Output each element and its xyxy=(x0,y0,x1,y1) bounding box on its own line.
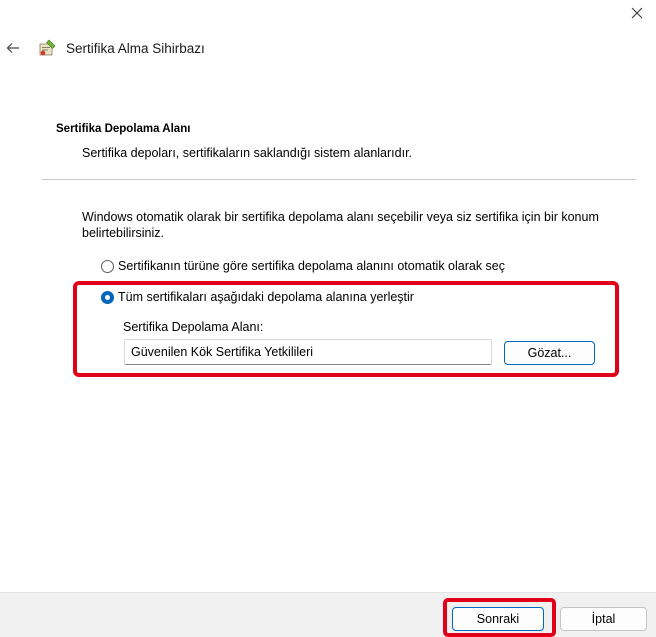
back-button[interactable] xyxy=(0,34,26,62)
radio-auto-select[interactable]: Sertifikanın türüne göre sertifika depol… xyxy=(101,259,505,273)
section-title: Sertifika Depolama Alanı xyxy=(56,123,191,135)
intro-text: Windows otomatik olarak bir sertifika de… xyxy=(82,210,599,240)
certificate-store-value: Güvenilen Kök Sertifika Yetkilileri xyxy=(131,345,314,359)
close-icon xyxy=(631,7,643,19)
section-description: Sertifika depoları, sertifikaların sakla… xyxy=(82,146,413,160)
radio-auto-select-button[interactable] xyxy=(101,259,114,273)
radio-place-all[interactable]: Tüm sertifikaları aşağıdaki depolama ala… xyxy=(101,290,414,304)
footer-bar xyxy=(0,592,656,637)
radio-place-all-button[interactable] xyxy=(101,290,114,304)
divider xyxy=(42,179,636,180)
certificate-wizard-icon xyxy=(39,39,56,56)
radio-place-all-label: Tüm sertifikaları aşağıdaki depolama ala… xyxy=(118,290,414,304)
cancel-button[interactable]: İptal xyxy=(560,607,647,631)
close-button[interactable] xyxy=(618,0,656,26)
store-label: Sertifika Depolama Alanı: xyxy=(123,320,264,334)
certificate-store-field[interactable]: Güvenilen Kök Sertifika Yetkilileri xyxy=(124,339,492,365)
wizard-title: Sertifika Alma Sihirbazı xyxy=(66,41,205,56)
back-arrow-icon xyxy=(6,43,19,53)
next-button[interactable]: Sonraki xyxy=(452,607,544,631)
browse-button[interactable]: Gözat... xyxy=(504,341,595,365)
radio-auto-select-label: Sertifikanın türüne göre sertifika depol… xyxy=(118,259,506,273)
